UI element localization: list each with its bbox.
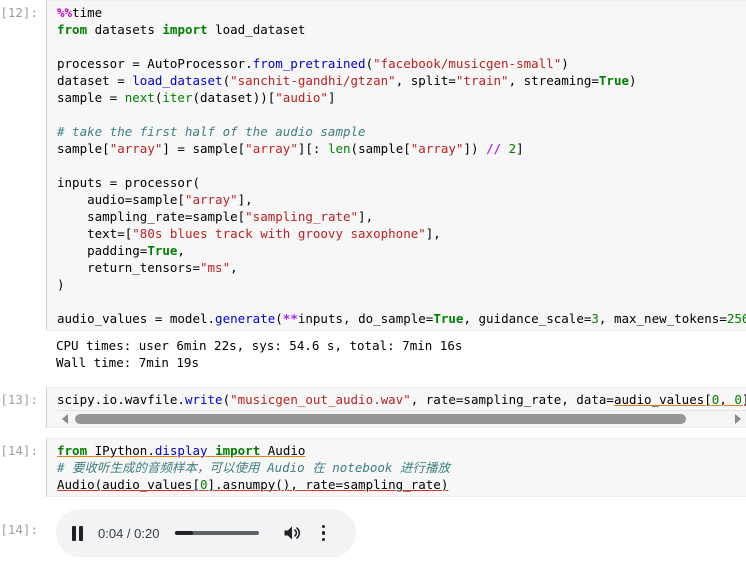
scroll-left-arrow-icon[interactable] <box>57 411 73 427</box>
cell-prompt-13: [13]: <box>0 392 38 407</box>
dot-3 <box>321 537 326 542</box>
code-cell-14[interactable]: [14]: from IPython.display import Audio … <box>0 438 746 497</box>
stream-output-line-2: Wall time: 7min 19s <box>56 355 199 370</box>
audio-output-prompt-14: [14]: <box>0 522 38 537</box>
scroll-right-arrow-icon[interactable] <box>730 411 746 427</box>
volume-icon <box>284 526 301 540</box>
code-editor-12[interactable]: %%time from datasets import load_dataset… <box>46 0 746 331</box>
audio-output-cell-14: [14]: 0:04 / 0:20 <box>0 503 746 557</box>
pause-button[interactable] <box>72 525 84 541</box>
audio-time-display: 0:04 / 0:20 <box>98 525 160 541</box>
audio-output-body: 0:04 / 0:20 <box>46 503 746 557</box>
cell-gap-13-14 <box>0 428 746 438</box>
dot-1 <box>321 524 326 529</box>
stream-output-prompt-spacer <box>0 331 46 335</box>
audio-progress-slider[interactable] <box>175 531 260 535</box>
code-source-13[interactable]: scipy.io.wavfile.write("musicgen_out_aud… <box>57 391 746 408</box>
code-cell-13[interactable]: [13]: scipy.io.wavfile.write("musicgen_o… <box>0 387 746 428</box>
dot-2 <box>321 531 326 535</box>
code-editor-13[interactable]: scipy.io.wavfile.write("musicgen_out_aud… <box>46 387 746 428</box>
code-source-12[interactable]: %%time from datasets import load_dataset… <box>57 4 746 327</box>
code-cell-12[interactable]: [12]: %%time from datasets import load_d… <box>0 0 746 331</box>
cell-prompt-14: [14]: <box>0 443 38 458</box>
pause-icon <box>72 525 84 541</box>
stream-output-12: CPU times: user 6min 22s, sys: 54.6 s, t… <box>0 331 746 377</box>
cell-prompt-12: [12]: <box>0 5 38 20</box>
more-options-button[interactable] <box>321 524 326 542</box>
stream-output-body-12: CPU times: user 6min 22s, sys: 54.6 s, t… <box>46 331 746 377</box>
audio-player[interactable]: 0:04 / 0:20 <box>56 509 356 557</box>
scrollbar-track[interactable] <box>73 411 730 427</box>
code-editor-14[interactable]: from IPython.display import Audio # 要收听生… <box>46 438 746 497</box>
cell-gap-12-13 <box>0 377 746 387</box>
scrollbar-thumb[interactable] <box>75 414 686 424</box>
notebook-container: [12]: %%time from datasets import load_d… <box>0 0 746 557</box>
code-source-14[interactable]: from IPython.display import Audio # 要收听生… <box>57 442 746 493</box>
stream-output-line-1: CPU times: user 6min 22s, sys: 54.6 s, t… <box>56 338 463 353</box>
audio-progress-filled <box>175 531 194 535</box>
volume-button[interactable] <box>281 523 303 543</box>
horizontal-scrollbar-13[interactable] <box>57 410 746 427</box>
